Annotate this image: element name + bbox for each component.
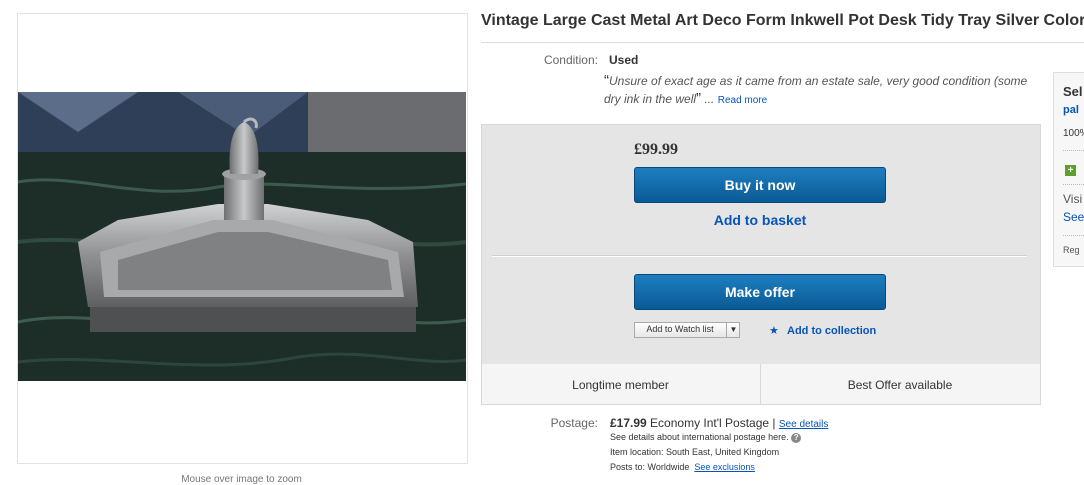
seller-divider: [1063, 235, 1084, 237]
watch-list-button[interactable]: Add to Watch list ▼: [634, 322, 740, 338]
buy-box: [481, 124, 1041, 366]
read-more-link[interactable]: Read more: [718, 95, 767, 106]
seller-divider: [1063, 184, 1084, 186]
visit-store-text: Visi: [1063, 192, 1083, 206]
seller-panel-title: Sel: [1063, 84, 1083, 99]
international-postage-note: See details about international postage …: [610, 432, 802, 443]
badge-best-offer: Best Offer available: [847, 378, 953, 392]
intl-note-text: See details about international postage …: [610, 432, 789, 442]
product-image[interactable]: [18, 92, 466, 381]
title-divider: [481, 42, 1084, 43]
posts-to-text: Posts to: Worldwide: [610, 462, 690, 472]
item-title: Vintage Large Cast Metal Art Deco Form I…: [481, 12, 1084, 29]
chevron-down-icon[interactable]: ▼: [726, 323, 740, 337]
condition-label: Condition:: [543, 53, 598, 67]
registered-text: Reg: [1063, 245, 1080, 255]
price: £99.99: [634, 141, 678, 158]
item-location: Item location: South East, United Kingdo…: [610, 447, 780, 457]
condition-description: “Unsure of exact age as it came from an …: [604, 72, 1044, 109]
image-zoom-hint: Mouse over image to zoom: [181, 474, 302, 485]
seller-feedback: 100%: [1063, 128, 1084, 139]
postage-label: Postage:: [550, 416, 598, 430]
make-offer-button[interactable]: Make offer: [634, 274, 886, 310]
add-to-basket-link[interactable]: Add to basket: [634, 212, 886, 228]
plus-icon[interactable]: +: [1065, 165, 1076, 176]
buy-now-button[interactable]: Buy it now: [634, 167, 886, 203]
condition-value: Used: [609, 53, 639, 67]
add-to-collection-link[interactable]: Add to collection: [787, 325, 876, 337]
seller-name-link[interactable]: pal: [1063, 104, 1079, 116]
posts-to: Posts to: Worldwide See exclusions: [610, 462, 755, 472]
seller-divider: [1063, 150, 1084, 152]
see-exclusions-link[interactable]: See exclusions: [694, 462, 755, 472]
postage-service: Economy Int'l Postage |: [650, 416, 776, 430]
see-other-items-link[interactable]: See: [1063, 210, 1084, 224]
postage-summary: £17.99 Economy Int'l Postage | See detai…: [610, 416, 828, 430]
watch-list-label[interactable]: Add to Watch list: [635, 323, 725, 337]
condition-text: Unsure of exact age as it came from an e…: [604, 74, 1028, 106]
postage-price: £17.99: [610, 416, 647, 430]
star-icon[interactable]: ★: [769, 324, 779, 337]
postage-see-details-link[interactable]: See details: [779, 419, 828, 430]
help-icon[interactable]: ?: [791, 432, 802, 443]
buy-box-divider: [492, 255, 1027, 257]
badge-longtime-member: Longtime member: [572, 378, 669, 392]
ellipsis: ...: [701, 92, 718, 106]
